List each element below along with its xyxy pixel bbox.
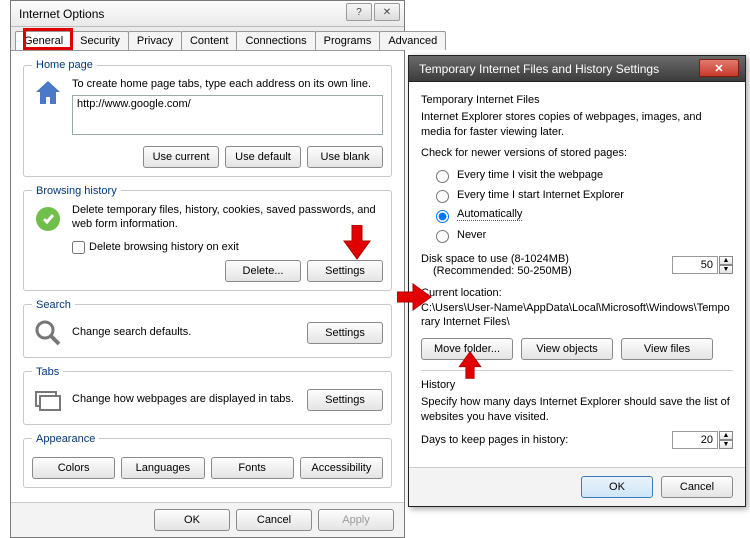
tif-radio-list: Every time I visit the webpage Every tim… [431,167,733,243]
history-desc: Delete temporary files, history, cookies… [72,203,383,232]
move-folder-button[interactable]: Move folder... [421,338,513,360]
location-path: C:\Users\User-Name\AppData\Local\Microso… [421,301,733,331]
legend-search: Search [32,299,75,311]
colors-button[interactable]: Colors [32,457,115,479]
days-spinner[interactable]: ▲▼ [672,431,733,449]
search-icon [32,317,64,349]
title-text: Internet Options [19,7,104,21]
use-blank-button[interactable]: Use blank [307,146,383,168]
homepage-desc: To create home page tabs, type each addr… [72,78,371,90]
legend-tabs: Tabs [32,366,63,378]
spin-down[interactable]: ▼ [719,265,733,274]
history-delete-button[interactable]: Delete... [225,260,301,282]
radio-never[interactable]: Never [431,227,733,243]
tif-desc: Internet Explorer stores copies of webpa… [421,110,733,140]
tab-programs[interactable]: Programs [315,31,381,50]
disk-label: Disk space to use (8-1024MB) [421,253,572,265]
dlg2-close-button[interactable]: ✕ [699,59,739,77]
temp-files-history-dialog: Temporary Internet Files and History Set… [408,55,746,507]
tab-general[interactable]: General [15,31,72,50]
homepage-url-input[interactable] [72,95,383,135]
days-spin-down[interactable]: ▼ [719,440,733,449]
tab-privacy[interactable]: Privacy [128,31,182,50]
home-icon [32,77,64,109]
disk-space-spinner[interactable]: ▲▼ [672,256,733,274]
disk-recommended: (Recommended: 50-250MB) [433,265,572,277]
close-button[interactable]: ✕ [374,3,400,21]
tabs-desc: Change how webpages are displayed in tab… [72,392,299,406]
dlg1-cancel-button[interactable]: Cancel [236,509,312,531]
tabs-icon [32,384,64,416]
group-appearance: Appearance Colors Languages Fonts Access… [23,433,392,488]
tabs-settings-button[interactable]: Settings [307,389,383,411]
delete-on-exit-label: Delete browsing history on exit [89,241,239,253]
titlebar: Internet Options ? ✕ [11,1,404,27]
fonts-button[interactable]: Fonts [211,457,294,479]
days-input[interactable] [672,431,718,449]
group-search: Search Change search defaults. Settings [23,299,392,358]
days-spin-up[interactable]: ▲ [719,431,733,440]
history-icon [32,203,64,235]
tab-content[interactable]: Content [181,31,238,50]
radio-every-start[interactable]: Every time I start Internet Explorer [431,187,733,203]
radio-automatically[interactable]: Automatically [431,207,733,223]
legend-appearance: Appearance [32,433,99,445]
search-settings-button[interactable]: Settings [307,322,383,344]
use-default-button[interactable]: Use default [225,146,301,168]
group-homepage: Home page To create home page tabs, type… [23,59,392,177]
view-objects-button[interactable]: View objects [521,338,613,360]
dialog1-buttonbar: OK Cancel Apply [11,502,404,537]
group-tabs: Tabs Change how webpages are displayed i… [23,366,392,425]
separator [421,370,733,371]
location-label: Current location: [421,287,733,299]
history-heading: History [421,379,733,391]
dlg1-ok-button[interactable]: OK [154,509,230,531]
languages-button[interactable]: Languages [121,457,204,479]
use-current-button[interactable]: Use current [143,146,219,168]
dlg1-apply-button[interactable]: Apply [318,509,394,531]
internet-options-dialog: Internet Options ? ✕ General Security Pr… [10,0,405,538]
dlg2-ok-button[interactable]: OK [581,476,653,498]
tab-advanced[interactable]: Advanced [379,31,446,50]
titlebar2: Temporary Internet Files and History Set… [409,56,745,82]
dialog2-buttonbar: OK Cancel [409,467,745,506]
accessibility-button[interactable]: Accessibility [300,457,383,479]
tab-connections[interactable]: Connections [236,31,315,50]
help-button[interactable]: ? [346,3,372,21]
tabstrip: General Security Privacy Content Connect… [11,27,404,51]
disk-space-input[interactable] [672,256,718,274]
days-label: Days to keep pages in history: [421,434,568,446]
tab-security[interactable]: Security [71,31,129,50]
tif-heading: Temporary Internet Files [421,94,733,106]
history-settings-button[interactable]: Settings [307,260,383,282]
title2-text: Temporary Internet Files and History Set… [419,62,659,76]
radio-every-visit[interactable]: Every time I visit the webpage [431,167,733,183]
dlg2-cancel-button[interactable]: Cancel [661,476,733,498]
tif-checklabel: Check for newer versions of stored pages… [421,146,733,161]
search-desc: Change search defaults. [72,325,299,339]
delete-on-exit-input[interactable] [72,241,85,254]
group-browsing-history: Browsing history Delete temporary files,… [23,185,392,291]
view-files-button[interactable]: View files [621,338,713,360]
legend-history: Browsing history [32,185,121,197]
legend-homepage: Home page [32,59,97,71]
delete-on-exit-checkbox[interactable]: Delete browsing history on exit [72,241,383,254]
history-desc2: Specify how many days Internet Explorer … [421,395,733,425]
spin-up[interactable]: ▲ [719,256,733,265]
